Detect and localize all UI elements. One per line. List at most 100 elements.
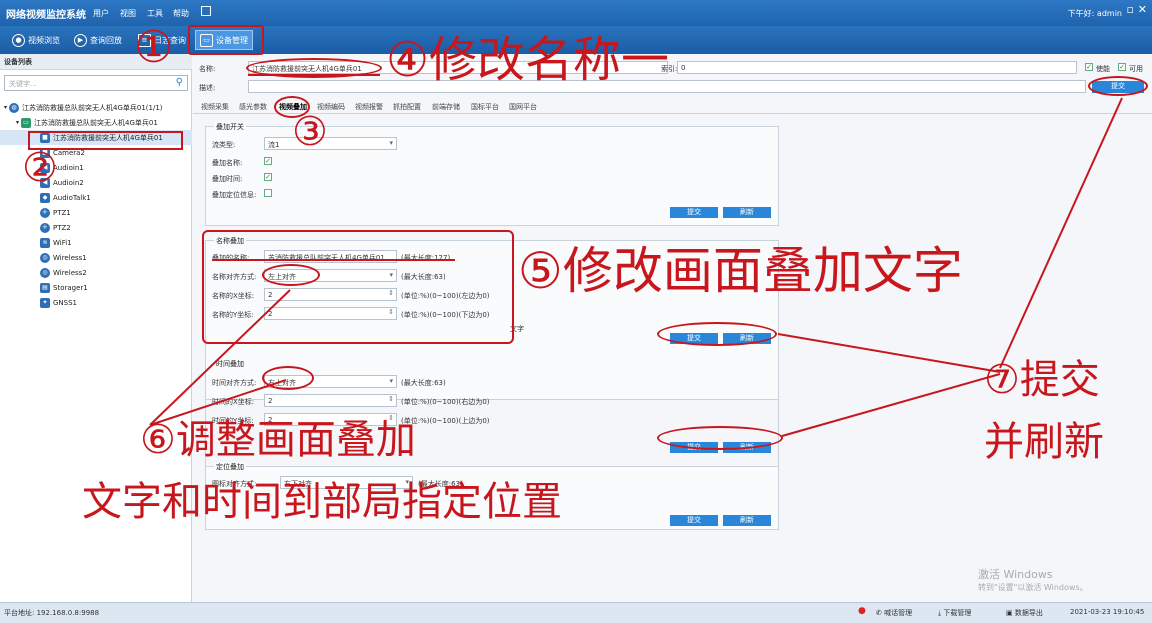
ptz-icon: ✛ [40,222,50,233]
intercom-label: 喊话管理 [884,609,913,617]
tree-item-label: 江苏消防救援总队前突无人机4G单兵01 [34,118,158,127]
ptz-icon: ✛ [40,207,50,218]
tree-item-gnss1[interactable]: ✦ GNSS1 [0,295,192,310]
annotation-step-2: ② [22,145,58,191]
expand-icon[interactable]: ▾ [16,119,19,126]
video-browse-button[interactable]: ● 视频浏览 [8,30,64,50]
wifi-icon: ≋ [40,237,50,248]
tab-exposure[interactable]: 感光参数 [239,102,267,112]
tab-front-storage[interactable]: 前端存储 [432,102,460,112]
enable-checkbox[interactable]: ✓ [1085,63,1093,71]
time-x-value: 2 [268,397,273,405]
expand-icon[interactable]: ▾ [4,104,7,111]
talk-icon: ◆ [40,192,50,203]
annotation-step-7-line-2: 并刷新 [984,419,1104,465]
stream-type-select[interactable]: 流1 [264,137,397,150]
description-label: 描述: [199,84,216,92]
annotation-step-3: ③ [292,109,328,155]
tree-item-label: PTZ1 [53,208,71,217]
annotation-step-1: ① [134,22,174,73]
overlay-switch-title: 叠加开关 [214,122,246,132]
storage-icon: ▤ [40,282,50,293]
satellite-icon: ✦ [40,297,50,308]
tree-item-device[interactable]: ▾ ▭ 江苏消防救援总队前突无人机4G单兵01 [0,115,192,130]
fullscreen-icon[interactable] [201,6,211,16]
tree-item-label: WiFi1 [53,238,72,247]
menu-help[interactable]: 帮助 [173,8,189,19]
highlight-name-overlay [202,230,514,344]
overlay-time-label: 叠加时间: [212,175,243,183]
playback-button[interactable]: ▶ 查询回放 [70,30,126,50]
annotation-step-4: ④修改名称一 [386,32,670,88]
tree-item-wireless2[interactable]: ◎ Wireless2 [0,265,192,280]
search-icon[interactable]: ⚲ [176,77,183,88]
location-overlay-title: 定位叠加 [214,462,246,472]
time-x-stepper[interactable]: 2 [264,394,397,407]
annotation-step-6-line-2: 文字和时间到部局指定位置 [82,479,562,525]
tree-item-storager1[interactable]: ▤ Storager1 [0,280,192,295]
close-icon[interactable]: ✕ [1138,3,1147,16]
tree-item-label: AudioTalk1 [53,193,91,202]
time-x-label: 时间的X坐标: [212,398,255,406]
stream-type-label: 流类型: [212,141,236,149]
enable-label: 使能 [1096,65,1110,73]
annotation-step-6-line-1: ⑥调整画面叠加 [140,417,416,463]
alert-icon[interactable]: ● [858,606,866,616]
name-label: 名称: [199,65,216,73]
tab-sgcc-platform[interactable]: 国网平台 [509,102,537,112]
stream-type-value: 流1 [268,141,280,149]
tree-item-ptz1[interactable]: ✛ PTZ1 [0,205,192,220]
highlight-name-submit [657,322,777,346]
time-overlay-title: 时间叠加 [214,359,246,369]
intercom-button[interactable]: ✆ 喊话管理 [876,608,912,618]
tree-item-audiotalk1[interactable]: ◆ AudioTalk1 [0,190,192,205]
menu-user[interactable]: 用户 [93,8,109,19]
tab-gb-platform[interactable]: 国标平台 [471,102,499,112]
location-overlay-submit-button[interactable]: 提交 [670,515,718,526]
overlay-switch-submit-button[interactable]: 提交 [670,207,718,218]
tree-item-label: GNSS1 [53,298,78,307]
search-placeholder: 关键字... [9,80,37,88]
overlay-time-checkbox[interactable]: ✓ [264,173,272,181]
annotation-step-5: ⑤修改画面叠加文字 [518,242,963,300]
overlay-name-label: 叠加名称: [212,159,243,167]
overlay-name-checkbox[interactable]: ✓ [264,157,272,165]
overlay-location-checkbox[interactable] [264,189,272,197]
platform-address: 平台地址: 192.168.0.8:9988 [4,609,100,617]
annotation-step-7-line-1: ⑦提交 [984,357,1100,403]
status-bar: 平台地址: 192.168.0.8:9988 ● ✆ 喊话管理 ⤓ 下载管理 ▣… [0,602,1152,623]
menu-tools[interactable]: 工具 [147,8,163,19]
tree-item-label: Wireless1 [53,253,87,262]
highlight-device-management [188,25,264,55]
time-align-hint: (最大长度:63) [401,379,446,387]
tab-video-alarm[interactable]: 视频报警 [355,102,383,112]
export-button[interactable]: ▣ 数据导出 [1006,608,1043,618]
activation-watermark-title: 激活 Windows [978,568,1053,581]
tree-item-root[interactable]: ▾ ◍ 江苏消防救援总队前突无人机4G单兵01(1/1) [0,100,192,115]
location-overlay-refresh-button[interactable]: 刷新 [723,515,771,526]
user-greeting: 下午好: admin [1067,9,1122,18]
highlight-name-field [246,58,382,78]
available-checkbox[interactable]: ✓ [1118,63,1126,71]
wireless-icon: ◎ [40,267,50,278]
index-field[interactable]: 0 [677,61,1077,74]
video-browse-label: 视频浏览 [28,35,60,45]
restore-icon[interactable]: ▫ [1127,3,1134,16]
playback-label: 查询回放 [90,35,122,45]
tree-item-wifi1[interactable]: ≋ WiFi1 [0,235,192,250]
globe-icon: ◍ [9,102,20,113]
download-button[interactable]: ⤓ 下载管理 [938,608,971,618]
highlight-top-submit [1088,76,1148,96]
status-datetime: 2021-03-23 19:10:45 [1070,608,1145,616]
tab-capture-config[interactable]: 抓拍配置 [393,102,421,112]
export-icon: ▣ [1006,609,1015,617]
wireless-icon: ◎ [40,252,50,263]
search-input[interactable]: 关键字... ⚲ [4,75,188,91]
tab-video-capture[interactable]: 视频采集 [201,102,229,112]
highlight-name-align [262,264,320,286]
overlay-switch-refresh-button[interactable]: 刷新 [723,207,771,218]
tree-item-ptz2[interactable]: ✛ PTZ2 [0,220,192,235]
tree-item-wireless1[interactable]: ◎ Wireless1 [0,250,192,265]
menu-view[interactable]: 视图 [120,8,136,19]
time-align-label: 时间对齐方式: [212,379,257,387]
